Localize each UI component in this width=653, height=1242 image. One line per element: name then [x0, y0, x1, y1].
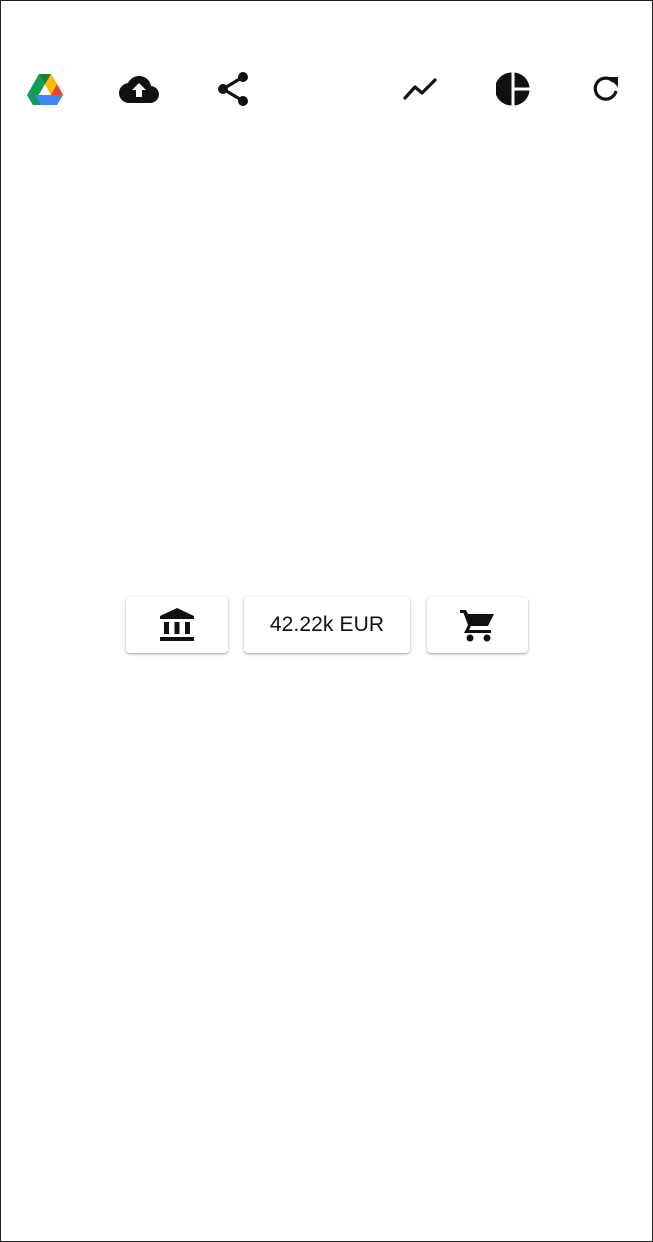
shopping-cart-icon — [459, 610, 494, 642]
line-chart-icon — [403, 78, 437, 100]
share-button[interactable] — [203, 59, 263, 119]
line-chart-button[interactable] — [390, 59, 450, 119]
top-toolbar — [1, 59, 653, 119]
pie-chart-icon — [496, 72, 530, 106]
balance-button[interactable]: 42.22k EUR — [244, 597, 410, 653]
refresh-icon — [593, 76, 618, 101]
bank-button[interactable] — [126, 597, 228, 653]
app-screen: 42.22k EUR — [0, 0, 653, 1242]
refresh-button[interactable] — [576, 59, 636, 119]
cloud-upload-button[interactable] — [109, 59, 169, 119]
cloud-upload-icon — [119, 76, 159, 103]
google-drive-button[interactable] — [15, 59, 75, 119]
shopping-cart-button[interactable] — [427, 597, 528, 653]
balance-label: 42.22k EUR — [269, 613, 385, 636]
summary-actions: 42.22k EUR — [1, 597, 653, 655]
pie-chart-button[interactable] — [483, 59, 543, 119]
share-icon — [218, 72, 248, 106]
google-drive-icon — [27, 74, 63, 105]
bank-icon — [160, 608, 194, 641]
